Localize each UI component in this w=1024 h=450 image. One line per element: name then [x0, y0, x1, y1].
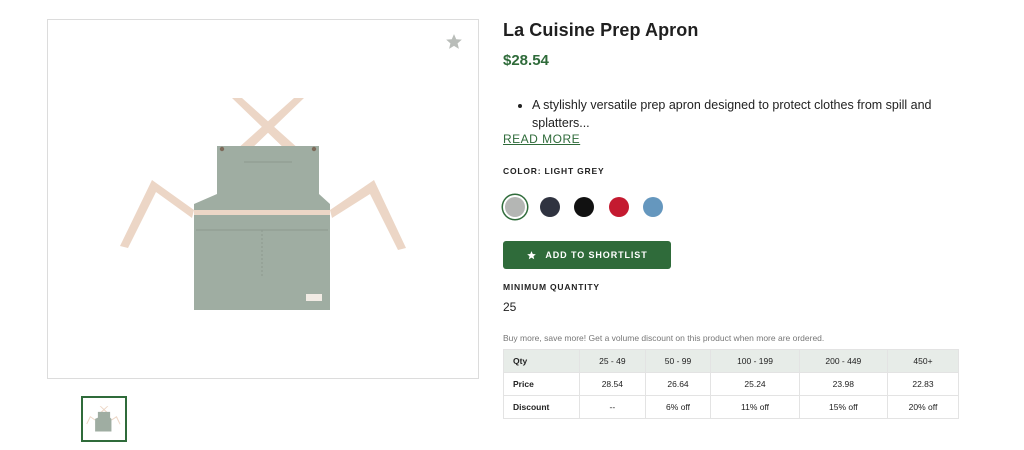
product-description: A stylishly versatile prep apron designe… — [514, 96, 952, 132]
row-header: Discount — [503, 395, 580, 419]
table-cell: 200 - 449 — [798, 349, 888, 373]
table-cell: 26.64 — [644, 372, 712, 396]
table-cell: 11% off — [710, 395, 800, 419]
product-image — [120, 98, 406, 310]
product-price: $28.54 — [503, 52, 549, 69]
table-cell: 100 - 199 — [710, 349, 800, 373]
add-to-shortlist-button[interactable]: ADD TO SHORTLIST — [503, 241, 671, 269]
table-cell: 28.54 — [579, 372, 646, 396]
product-thumbnail-image — [86, 406, 121, 432]
color-swatch-light-grey[interactable] — [505, 197, 525, 217]
color-label: COLOR: LIGHT GREY — [503, 166, 605, 176]
minimum-quantity-label: MINIMUM QUANTITY — [503, 282, 600, 292]
row-header: Qty — [503, 349, 580, 373]
add-to-shortlist-label: ADD TO SHORTLIST — [545, 250, 648, 260]
table-cell: 22.83 — [886, 372, 960, 396]
table-cell: 20% off — [886, 395, 960, 419]
star-icon — [527, 250, 537, 259]
row-header: Price — [503, 372, 580, 396]
table-cell: 23.98 — [798, 372, 888, 396]
table-row: Qty 25 - 49 50 - 99 100 - 199 200 - 449 … — [503, 349, 960, 373]
table-cell: 25 - 49 — [579, 349, 646, 373]
table-cell: 15% off — [798, 395, 888, 419]
table-cell: 450+ — [886, 349, 960, 373]
color-swatch-navy[interactable] — [540, 197, 560, 217]
table-cell: 50 - 99 — [644, 349, 712, 373]
product-image-frame — [47, 19, 479, 379]
table-cell: 6% off — [644, 395, 712, 419]
color-swatch-blue[interactable] — [643, 197, 663, 217]
description-bullet: A stylishly versatile prep apron designe… — [532, 96, 952, 132]
table-row: Price 28.54 26.64 25.24 23.98 22.83 — [503, 372, 960, 396]
table-cell: 25.24 — [710, 372, 800, 396]
volume-pricing-table: Qty 25 - 49 50 - 99 100 - 199 200 - 449 … — [503, 349, 960, 419]
product-title: La Cuisine Prep Apron — [503, 20, 699, 40]
volume-discount-note: Buy more, save more! Get a volume discou… — [503, 333, 825, 343]
minimum-quantity-value: 25 — [503, 300, 517, 314]
color-swatch-red[interactable] — [609, 197, 629, 217]
table-cell: -- — [579, 395, 646, 419]
read-more-link[interactable]: READ MORE — [503, 132, 580, 146]
table-row: Discount -- 6% off 11% off 15% off 20% o… — [503, 395, 960, 419]
product-thumbnail[interactable] — [81, 396, 127, 442]
star-icon[interactable] — [444, 32, 464, 52]
color-swatch-black[interactable] — [574, 197, 594, 217]
